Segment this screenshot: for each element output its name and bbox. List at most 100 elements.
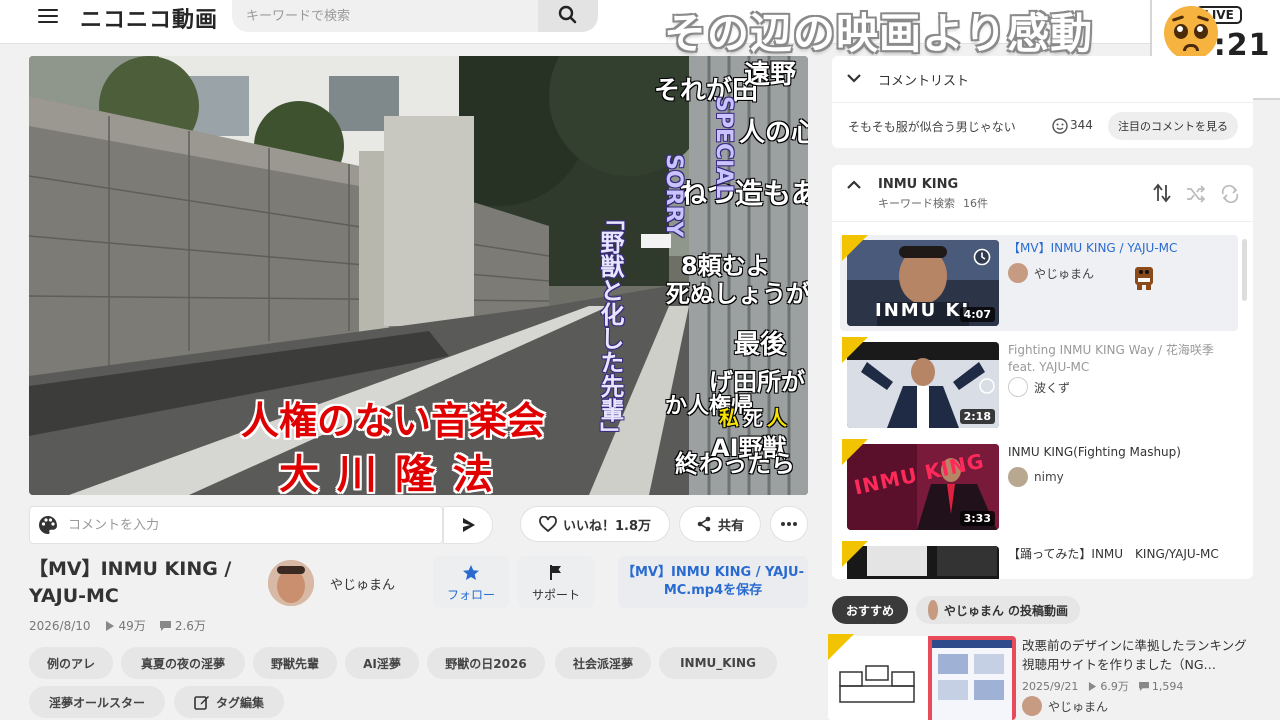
tag-edit-button[interactable]: タグ編集 — [174, 686, 284, 718]
tab-uploader-videos[interactable]: やじゅまん の投稿動画 — [916, 596, 1080, 624]
avatar — [1008, 377, 1028, 397]
playlist-item-user: 波くず — [1008, 377, 1070, 397]
flag-icon — [550, 565, 561, 580]
uploader-name[interactable]: やじゅまん — [330, 574, 395, 593]
video-caption-line2: 大 川 隆 法 — [279, 452, 495, 495]
avatar — [928, 600, 938, 620]
divider — [832, 102, 1253, 103]
playlist-item[interactable]: 2:18 Fighting INMU KING Way / 花海咲季 feat.… — [840, 337, 1238, 433]
tag-chip[interactable]: 淫夢オールスター — [29, 686, 165, 718]
video-thumbnail — [847, 546, 999, 579]
comment-count: 1,594 — [1151, 679, 1184, 693]
comment-count: 344 — [1070, 118, 1093, 132]
danmaku-comment: それが田 — [654, 76, 759, 106]
recommended-video-title[interactable]: 改悪前のデザインに準拠したランキング視聴用サイトを作りました（NG… — [1022, 636, 1250, 674]
avatar — [1022, 696, 1042, 716]
support-button[interactable]: サポート — [518, 556, 594, 608]
tag-chip[interactable]: AI淫夢 — [345, 647, 419, 679]
danmaku-comment: 最後 — [734, 330, 787, 360]
user-name: 波くず — [1034, 380, 1071, 395]
playlist-item-current[interactable]: INMU KI 4:07 【MV】INMU KING / YAJU-MC やじゅ… — [840, 235, 1238, 331]
comment-input[interactable] — [68, 507, 438, 543]
playlist-item-user: nimy — [1008, 467, 1064, 487]
playlist-item-title[interactable]: INMU KING(Fighting Mashup) — [1008, 444, 1232, 461]
playlist-item-title[interactable]: 【踊ってみた】INMU KING/YAJU-MC — [1008, 546, 1232, 563]
tab-recommended[interactable]: おすすめ — [832, 596, 908, 624]
like-count-label: いいね！1.8万 — [562, 518, 652, 534]
avatar — [1008, 263, 1028, 283]
comment-count: 2.6万 — [174, 619, 206, 633]
sort-icon[interactable] — [1152, 183, 1172, 203]
comment-input-bar — [29, 506, 443, 544]
recommended-video-item[interactable]: 改悪前のデザインに準拠したランキング視聴用サイトを作りました（NG… 2025/… — [828, 632, 1253, 720]
search-input[interactable] — [246, 6, 536, 26]
domo-cursor-icon — [1135, 267, 1153, 290]
tag-chip[interactable]: 例のアレ — [29, 647, 113, 679]
playlist-item-title[interactable]: 【MV】INMU KING / YAJU-MC — [1008, 240, 1232, 257]
playlist-item-title[interactable]: Fighting INMU KING Way / 花海咲季 feat. YAJU… — [1008, 342, 1232, 376]
search-button[interactable] — [538, 0, 598, 32]
video-duration: 3:33 — [959, 511, 995, 526]
latest-comment: そもそも服が似合う男じゃない — [848, 120, 1016, 134]
repeat-icon[interactable] — [1220, 185, 1240, 203]
danmaku-comment: 遠野 — [744, 60, 797, 90]
edit-icon — [194, 696, 209, 710]
uploader-avatar[interactable] — [268, 560, 314, 606]
star-icon — [463, 565, 479, 580]
clock-icon[interactable] — [973, 248, 991, 266]
tab-uploader-videos-label: やじゅまん の投稿動画 — [943, 603, 1068, 618]
chevron-down-icon[interactable] — [846, 72, 862, 84]
playlist-item[interactable]: 【踊ってみた】INMU KING/YAJU-MC — [840, 541, 1238, 579]
user-name: nimy — [1034, 470, 1064, 484]
shuffle-icon[interactable] — [1186, 185, 1206, 203]
save-video-button[interactable]: 【MV】INMU KING / YAJU-MC.mp4を保存 — [618, 556, 808, 608]
ranking-crown-icon — [842, 439, 868, 465]
like-button[interactable]: いいね！1.8万 — [520, 506, 670, 542]
video-duration: 2:18 — [959, 409, 995, 424]
comment-send-button[interactable] — [443, 506, 493, 544]
playlist-item[interactable]: INMU KING 3:33 INMU KING(Fighting Mashup… — [840, 439, 1238, 535]
video-thumbnail: 2:18 — [847, 342, 999, 428]
comment-icon — [159, 620, 171, 631]
playlist-scrollbar[interactable] — [1242, 239, 1247, 301]
playlist-source: キーワード検索 — [878, 197, 955, 210]
danmaku-comment: 終わったら — [675, 450, 795, 478]
chevron-up-icon[interactable] — [846, 179, 862, 191]
ranking-crown-icon — [828, 634, 854, 660]
follow-label: フォロー — [446, 588, 495, 602]
site-logo[interactable]: ニコニコ動画 — [80, 2, 218, 34]
user-name: やじゅまん — [1034, 266, 1095, 281]
share-button[interactable]: 共有 — [679, 506, 761, 542]
follow-button[interactable]: フォロー — [433, 556, 509, 608]
palette-icon[interactable] — [38, 515, 58, 535]
playlist-item-user: やじゅまん — [1008, 263, 1094, 283]
more-options-button[interactable] — [770, 506, 808, 542]
share-label: 共有 — [717, 518, 744, 534]
tag-chip[interactable]: 野獣の日2026 — [427, 647, 545, 679]
tag-chip[interactable]: 野獣先輩 — [253, 647, 337, 679]
video-player[interactable]: それが田 遠野 人の心 ねつ造もあ 8頼むよ 死ぬしょうが 最後 げ田所が か人… — [29, 56, 808, 495]
tag-edit-label: タグ編集 — [215, 695, 264, 710]
tag-chip[interactable]: 真夏の夜の淫夢 — [121, 647, 245, 679]
video-thumbnail: INMU KING 3:33 — [847, 444, 999, 530]
divider — [832, 221, 1253, 222]
danmaku-comment: 人の心 — [739, 118, 808, 148]
playlist-subtitle: キーワード検索 16件 — [878, 195, 988, 211]
ranking-crown-icon — [842, 541, 868, 567]
tag-chip[interactable]: 社会派淫夢 — [555, 647, 651, 679]
more-icon — [781, 522, 797, 526]
video-meta: 2026/8/10 49万 2.6万 — [29, 617, 206, 634]
menu-icon[interactable] — [38, 6, 58, 26]
highlight-comments-button[interactable]: 注目のコメントを見る — [1108, 112, 1238, 140]
ranking-crown-icon — [842, 337, 868, 363]
playlist-panel: INMU KING キーワード検索 16件 INMU KI 4:07 【MV】I… — [832, 165, 1253, 579]
tag-chip[interactable]: INMU_KING — [659, 647, 777, 679]
recommended-video-meta: 2025/9/21 6.9万 1,594 — [1022, 678, 1183, 694]
comment-list-title: コメントリスト — [878, 74, 970, 89]
search-icon — [558, 5, 577, 24]
avatar — [1008, 467, 1028, 487]
danmaku-comment-vertical: 「野獣と化した先輩」 — [596, 206, 624, 446]
danmaku-comment: 死 — [743, 406, 763, 430]
support-label: サポート — [531, 588, 580, 602]
send-icon — [463, 518, 475, 532]
